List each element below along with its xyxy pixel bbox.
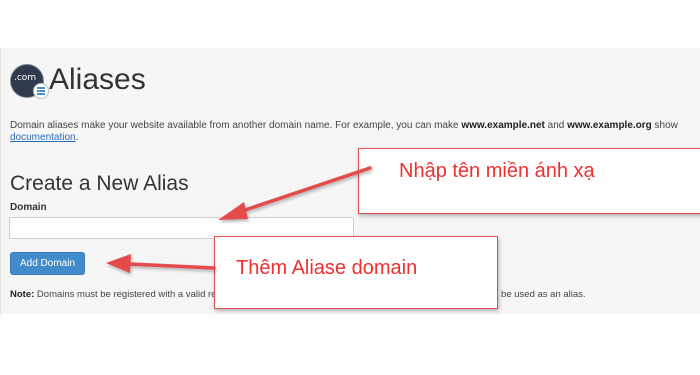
example-org: www.example.org xyxy=(567,120,652,131)
create-alias-heading: Create a New Alias xyxy=(10,172,189,195)
list-badge-icon xyxy=(33,83,49,99)
page-description: Domain aliases make your website availab… xyxy=(10,120,700,132)
add-domain-button[interactable]: Add Domain xyxy=(10,252,85,275)
domain-aliases-icon: .com xyxy=(10,64,49,99)
page-title: Aliases xyxy=(49,63,146,96)
description-and: and xyxy=(544,120,568,131)
annotation-text-input: Nhập tên miền ánh xạ xyxy=(399,160,595,182)
documentation-link[interactable]: documentation xyxy=(10,132,76,143)
documentation-period: . xyxy=(75,132,79,143)
description-tail: show xyxy=(651,120,678,131)
note-label: Note: xyxy=(10,289,35,300)
icon-com-text: .com xyxy=(14,73,37,83)
documentation-line: documentation. xyxy=(10,132,78,144)
domain-label: Domain xyxy=(10,202,47,213)
example-net: www.example.net xyxy=(461,120,545,131)
description-text: Domain aliases make your website availab… xyxy=(10,120,462,131)
annotation-text-button: Thêm Aliase domain xyxy=(236,257,418,279)
